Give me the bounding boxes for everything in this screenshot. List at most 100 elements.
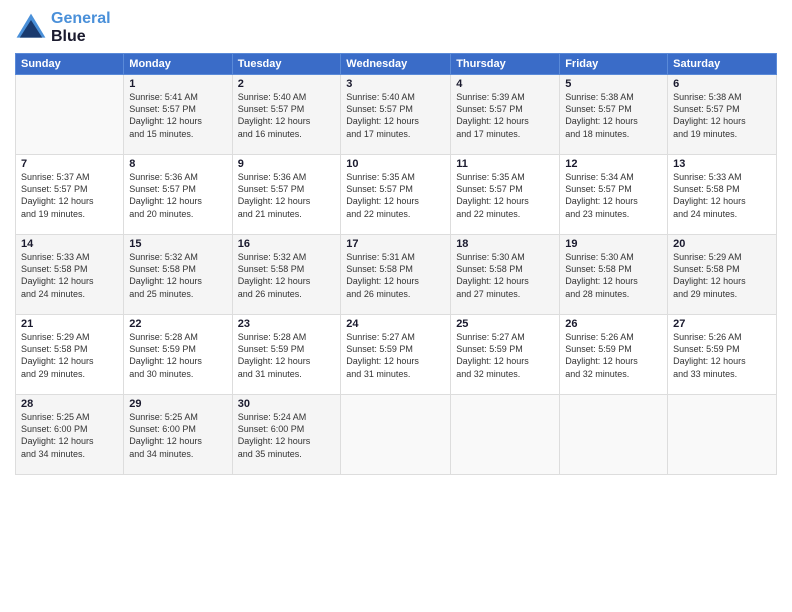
- day-number: 7: [21, 158, 118, 170]
- day-info: Sunrise: 5:25 AM Sunset: 6:00 PM Dayligh…: [129, 411, 226, 460]
- calendar-cell: 23Sunrise: 5:28 AM Sunset: 5:59 PM Dayli…: [232, 315, 341, 395]
- day-header-tuesday: Tuesday: [232, 54, 341, 75]
- calendar-table: SundayMondayTuesdayWednesdayThursdayFrid…: [15, 53, 777, 475]
- day-number: 26: [565, 318, 662, 330]
- calendar-cell: 26Sunrise: 5:26 AM Sunset: 5:59 PM Dayli…: [560, 315, 668, 395]
- day-number: 19: [565, 238, 662, 250]
- day-info: Sunrise: 5:38 AM Sunset: 5:57 PM Dayligh…: [673, 91, 771, 140]
- week-row-1: 1Sunrise: 5:41 AM Sunset: 5:57 PM Daylig…: [16, 75, 777, 155]
- day-number: 2: [238, 78, 336, 90]
- day-info: Sunrise: 5:37 AM Sunset: 5:57 PM Dayligh…: [21, 171, 118, 220]
- day-header-friday: Friday: [560, 54, 668, 75]
- calendar-cell: 21Sunrise: 5:29 AM Sunset: 5:58 PM Dayli…: [16, 315, 124, 395]
- day-number: 28: [21, 398, 118, 410]
- day-info: Sunrise: 5:27 AM Sunset: 5:59 PM Dayligh…: [456, 331, 554, 380]
- calendar-body: 1Sunrise: 5:41 AM Sunset: 5:57 PM Daylig…: [16, 75, 777, 475]
- calendar-cell: [560, 395, 668, 475]
- day-info: Sunrise: 5:29 AM Sunset: 5:58 PM Dayligh…: [673, 251, 771, 300]
- calendar-cell: 13Sunrise: 5:33 AM Sunset: 5:58 PM Dayli…: [668, 155, 777, 235]
- calendar-cell: 3Sunrise: 5:40 AM Sunset: 5:57 PM Daylig…: [341, 75, 451, 155]
- calendar-cell: 4Sunrise: 5:39 AM Sunset: 5:57 PM Daylig…: [451, 75, 560, 155]
- day-info: Sunrise: 5:36 AM Sunset: 5:57 PM Dayligh…: [129, 171, 226, 220]
- day-info: Sunrise: 5:41 AM Sunset: 5:57 PM Dayligh…: [129, 91, 226, 140]
- week-row-3: 14Sunrise: 5:33 AM Sunset: 5:58 PM Dayli…: [16, 235, 777, 315]
- day-header-thursday: Thursday: [451, 54, 560, 75]
- page: General Blue SundayMondayTuesdayWednesda…: [0, 0, 792, 612]
- day-info: Sunrise: 5:38 AM Sunset: 5:57 PM Dayligh…: [565, 91, 662, 140]
- day-info: Sunrise: 5:27 AM Sunset: 5:59 PM Dayligh…: [346, 331, 445, 380]
- day-header-saturday: Saturday: [668, 54, 777, 75]
- day-number: 11: [456, 158, 554, 170]
- day-info: Sunrise: 5:26 AM Sunset: 5:59 PM Dayligh…: [673, 331, 771, 380]
- day-info: Sunrise: 5:33 AM Sunset: 5:58 PM Dayligh…: [673, 171, 771, 220]
- day-number: 8: [129, 158, 226, 170]
- day-info: Sunrise: 5:31 AM Sunset: 5:58 PM Dayligh…: [346, 251, 445, 300]
- day-number: 9: [238, 158, 336, 170]
- day-number: 29: [129, 398, 226, 410]
- day-number: 25: [456, 318, 554, 330]
- calendar-cell: [341, 395, 451, 475]
- day-info: Sunrise: 5:40 AM Sunset: 5:57 PM Dayligh…: [346, 91, 445, 140]
- day-number: 14: [21, 238, 118, 250]
- day-info: Sunrise: 5:36 AM Sunset: 5:57 PM Dayligh…: [238, 171, 336, 220]
- day-info: Sunrise: 5:32 AM Sunset: 5:58 PM Dayligh…: [129, 251, 226, 300]
- day-header-wednesday: Wednesday: [341, 54, 451, 75]
- day-info: Sunrise: 5:34 AM Sunset: 5:57 PM Dayligh…: [565, 171, 662, 220]
- page-header: General Blue: [15, 10, 777, 45]
- calendar-cell: 20Sunrise: 5:29 AM Sunset: 5:58 PM Dayli…: [668, 235, 777, 315]
- day-info: Sunrise: 5:28 AM Sunset: 5:59 PM Dayligh…: [129, 331, 226, 380]
- day-number: 21: [21, 318, 118, 330]
- calendar-cell: 11Sunrise: 5:35 AM Sunset: 5:57 PM Dayli…: [451, 155, 560, 235]
- day-info: Sunrise: 5:29 AM Sunset: 5:58 PM Dayligh…: [21, 331, 118, 380]
- calendar-cell: 8Sunrise: 5:36 AM Sunset: 5:57 PM Daylig…: [124, 155, 232, 235]
- logo: General Blue: [15, 10, 111, 45]
- day-number: 17: [346, 238, 445, 250]
- calendar-cell: [668, 395, 777, 475]
- day-info: Sunrise: 5:24 AM Sunset: 6:00 PM Dayligh…: [238, 411, 336, 460]
- day-header-monday: Monday: [124, 54, 232, 75]
- calendar-cell: 14Sunrise: 5:33 AM Sunset: 5:58 PM Dayli…: [16, 235, 124, 315]
- day-info: Sunrise: 5:32 AM Sunset: 5:58 PM Dayligh…: [238, 251, 336, 300]
- calendar-cell: 12Sunrise: 5:34 AM Sunset: 5:57 PM Dayli…: [560, 155, 668, 235]
- day-number: 16: [238, 238, 336, 250]
- day-info: Sunrise: 5:30 AM Sunset: 5:58 PM Dayligh…: [456, 251, 554, 300]
- day-number: 5: [565, 78, 662, 90]
- day-info: Sunrise: 5:26 AM Sunset: 5:59 PM Dayligh…: [565, 331, 662, 380]
- day-number: 10: [346, 158, 445, 170]
- day-number: 20: [673, 238, 771, 250]
- calendar-cell: 25Sunrise: 5:27 AM Sunset: 5:59 PM Dayli…: [451, 315, 560, 395]
- calendar-cell: 1Sunrise: 5:41 AM Sunset: 5:57 PM Daylig…: [124, 75, 232, 155]
- calendar-cell: 27Sunrise: 5:26 AM Sunset: 5:59 PM Dayli…: [668, 315, 777, 395]
- day-info: Sunrise: 5:28 AM Sunset: 5:59 PM Dayligh…: [238, 331, 336, 380]
- day-info: Sunrise: 5:39 AM Sunset: 5:57 PM Dayligh…: [456, 91, 554, 140]
- calendar-cell: 16Sunrise: 5:32 AM Sunset: 5:58 PM Dayli…: [232, 235, 341, 315]
- calendar-cell: 5Sunrise: 5:38 AM Sunset: 5:57 PM Daylig…: [560, 75, 668, 155]
- day-number: 13: [673, 158, 771, 170]
- day-info: Sunrise: 5:35 AM Sunset: 5:57 PM Dayligh…: [456, 171, 554, 220]
- logo-icon: [15, 12, 47, 44]
- day-number: 23: [238, 318, 336, 330]
- day-info: Sunrise: 5:40 AM Sunset: 5:57 PM Dayligh…: [238, 91, 336, 140]
- day-info: Sunrise: 5:25 AM Sunset: 6:00 PM Dayligh…: [21, 411, 118, 460]
- calendar-cell: 29Sunrise: 5:25 AM Sunset: 6:00 PM Dayli…: [124, 395, 232, 475]
- calendar-cell: 28Sunrise: 5:25 AM Sunset: 6:00 PM Dayli…: [16, 395, 124, 475]
- day-info: Sunrise: 5:30 AM Sunset: 5:58 PM Dayligh…: [565, 251, 662, 300]
- calendar-cell: 9Sunrise: 5:36 AM Sunset: 5:57 PM Daylig…: [232, 155, 341, 235]
- calendar-cell: 30Sunrise: 5:24 AM Sunset: 6:00 PM Dayli…: [232, 395, 341, 475]
- calendar-cell: 15Sunrise: 5:32 AM Sunset: 5:58 PM Dayli…: [124, 235, 232, 315]
- day-header-sunday: Sunday: [16, 54, 124, 75]
- week-row-4: 21Sunrise: 5:29 AM Sunset: 5:58 PM Dayli…: [16, 315, 777, 395]
- calendar-cell: 2Sunrise: 5:40 AM Sunset: 5:57 PM Daylig…: [232, 75, 341, 155]
- day-number: 22: [129, 318, 226, 330]
- calendar-cell: 18Sunrise: 5:30 AM Sunset: 5:58 PM Dayli…: [451, 235, 560, 315]
- logo-text: General Blue: [51, 10, 111, 45]
- calendar-cell: [16, 75, 124, 155]
- calendar-cell: 6Sunrise: 5:38 AM Sunset: 5:57 PM Daylig…: [668, 75, 777, 155]
- day-info: Sunrise: 5:33 AM Sunset: 5:58 PM Dayligh…: [21, 251, 118, 300]
- calendar-cell: 10Sunrise: 5:35 AM Sunset: 5:57 PM Dayli…: [341, 155, 451, 235]
- week-row-2: 7Sunrise: 5:37 AM Sunset: 5:57 PM Daylig…: [16, 155, 777, 235]
- calendar-cell: 7Sunrise: 5:37 AM Sunset: 5:57 PM Daylig…: [16, 155, 124, 235]
- day-number: 30: [238, 398, 336, 410]
- day-number: 27: [673, 318, 771, 330]
- day-number: 4: [456, 78, 554, 90]
